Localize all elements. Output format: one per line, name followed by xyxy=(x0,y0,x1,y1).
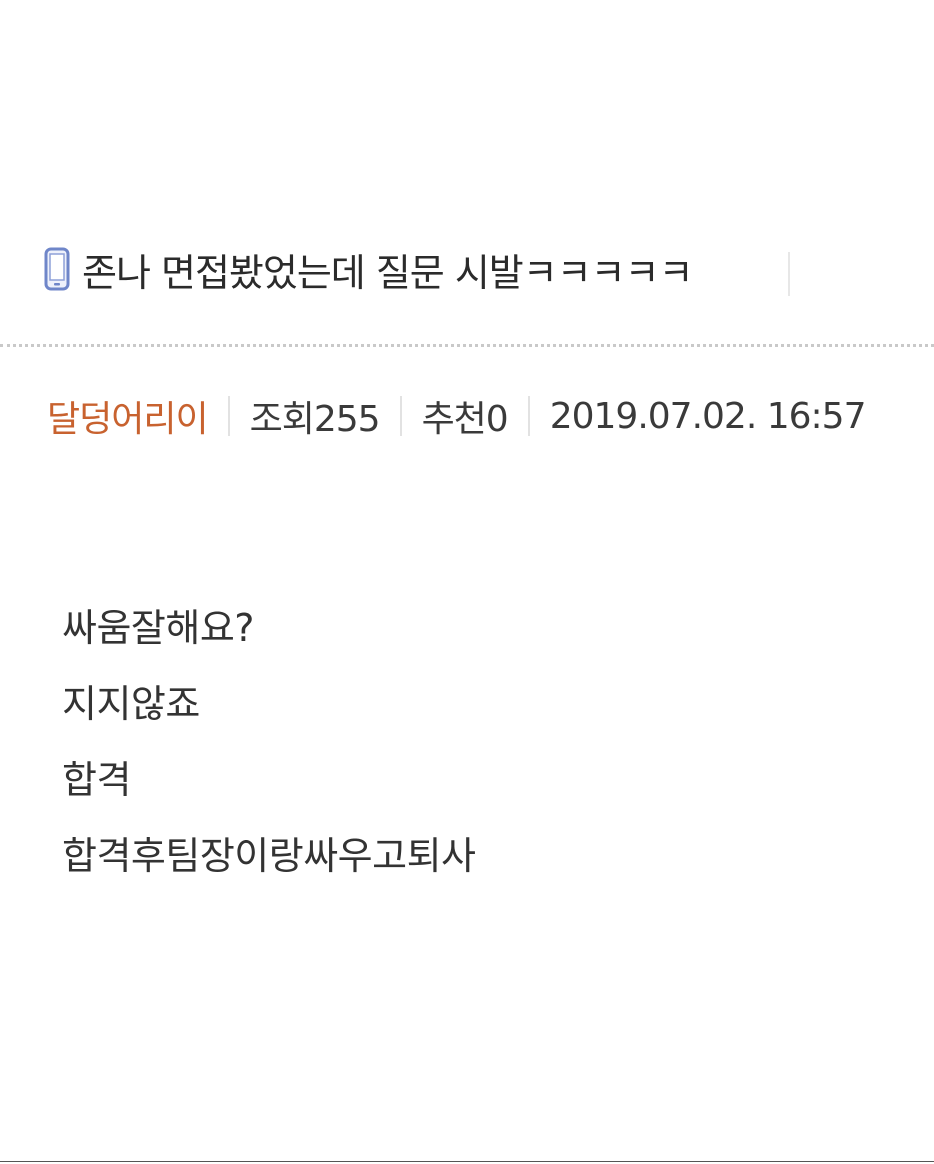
mobile-phone-icon xyxy=(44,247,70,291)
post-title: 존나 면접봤었는데 질문 시발ㅋㅋㅋㅋㅋ xyxy=(82,250,694,295)
author-name[interactable]: 달덩어리이 xyxy=(47,390,209,442)
meta-separator xyxy=(399,396,402,436)
post-datetime: 2019.07.02. 16:57 xyxy=(549,395,867,437)
meta-separator xyxy=(527,396,530,436)
post-meta: 달덩어리이 조회255 추천0 2019.07.02. 16:57 xyxy=(47,390,867,442)
post-header: 존나 면접봤었는데 질문 시발ㅋㅋㅋㅋㅋ 달덩어리이 조회255 추천0 201… xyxy=(0,0,934,440)
body-line: 합격 xyxy=(62,758,131,802)
title-divider xyxy=(788,252,790,296)
post-body: 싸움잘해요? 지지않죠 합격 합격후팀장이랑싸우고퇴사 xyxy=(62,590,476,894)
body-line: 지지않죠 xyxy=(62,682,200,726)
header-divider xyxy=(0,344,934,347)
view-count: 조회255 xyxy=(249,399,381,440)
recommend-count: 추천0 xyxy=(421,399,509,440)
body-line: 합격후팀장이랑싸우고퇴사 xyxy=(62,834,476,878)
post-title-row: 존나 면접봤었는데 질문 시발ㅋㅋㅋㅋㅋ xyxy=(44,238,694,300)
meta-separator xyxy=(227,396,230,436)
bottom-divider xyxy=(0,1161,934,1162)
body-line: 싸움잘해요? xyxy=(62,606,254,650)
